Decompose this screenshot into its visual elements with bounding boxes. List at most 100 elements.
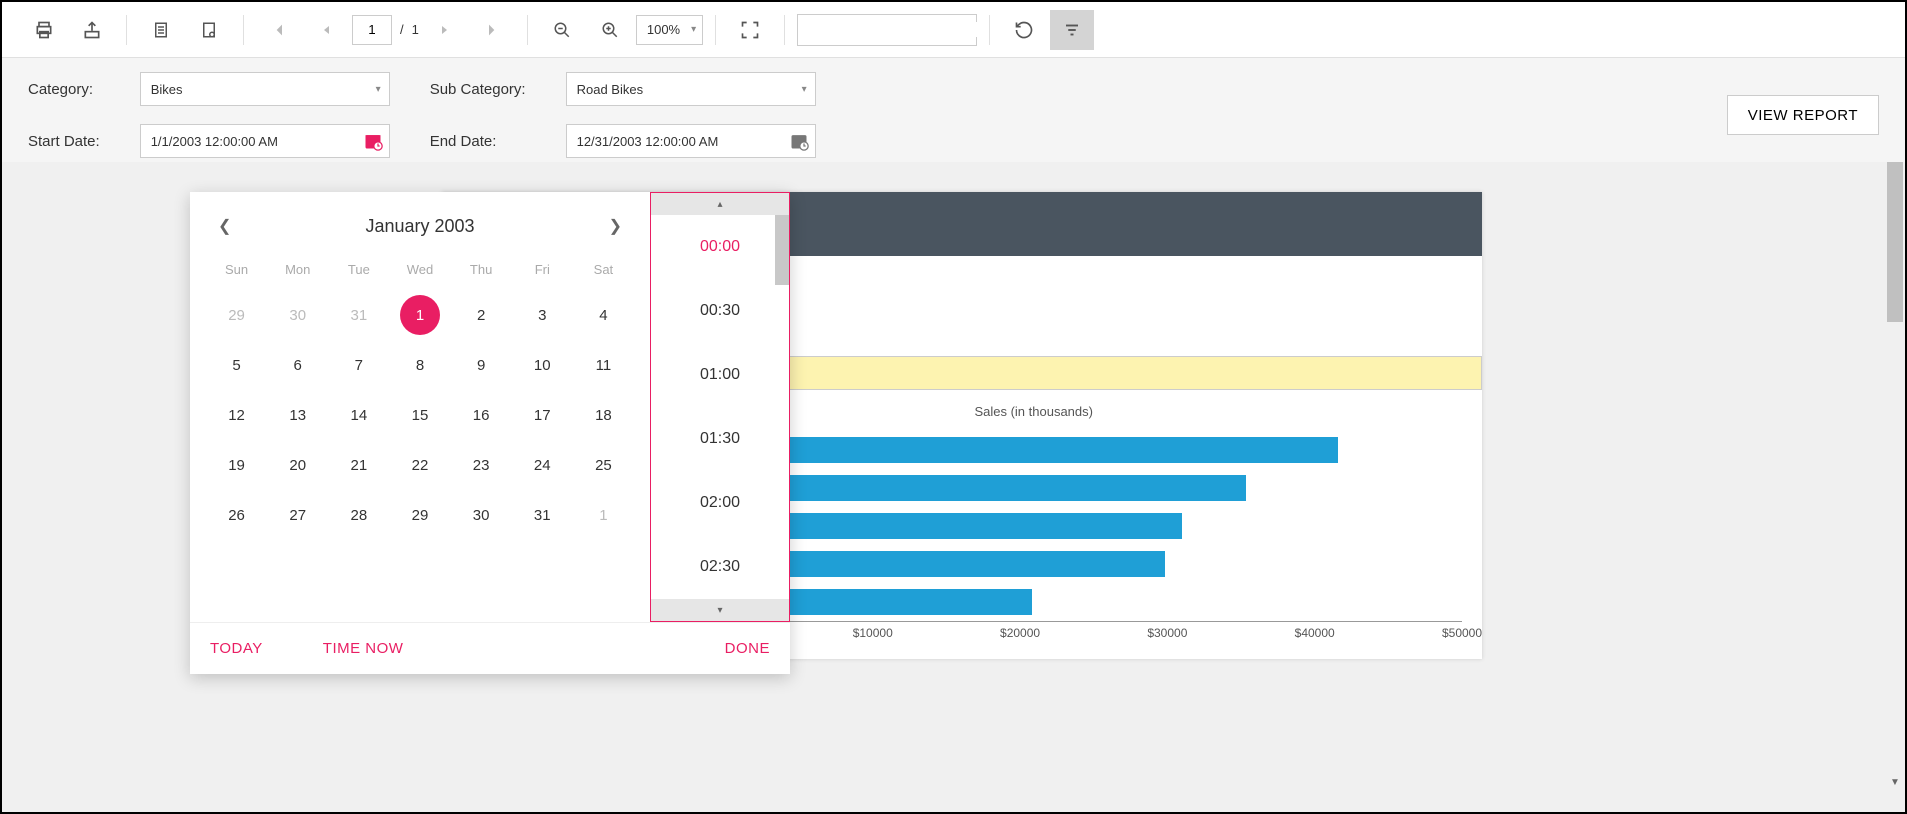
chart-tick: $30000 — [1147, 626, 1187, 640]
calendar-icon[interactable] — [789, 131, 809, 151]
cal-day[interactable]: 19 — [206, 443, 267, 487]
cal-day[interactable]: 26 — [206, 493, 267, 537]
cal-day[interactable]: 18 — [573, 393, 634, 437]
cal-day[interactable]: 16 — [451, 393, 512, 437]
chart-bar — [726, 475, 1245, 501]
prev-month-icon[interactable]: ❮ — [210, 212, 239, 240]
vertical-scrollbar[interactable]: ▼ — [1885, 162, 1905, 792]
time-now-button[interactable]: TIME NOW — [323, 640, 404, 657]
cal-day[interactable]: 7 — [328, 343, 389, 387]
zoom-in-icon[interactable] — [588, 10, 632, 50]
month-title[interactable]: January 2003 — [365, 216, 474, 237]
time-scroll-down-icon[interactable]: ▾ — [651, 599, 789, 621]
cal-day[interactable]: 10 — [512, 343, 573, 387]
startdate-label: Start Date: — [28, 133, 100, 150]
page-setup-icon[interactable] — [187, 10, 231, 50]
page-sep: / — [400, 22, 404, 37]
time-option[interactable]: 02:30 — [651, 535, 789, 599]
cal-day[interactable]: 20 — [267, 443, 328, 487]
enddate-field[interactable]: 12/31/2003 12:00:00 AM — [566, 124, 816, 158]
cal-day[interactable]: 29 — [389, 493, 450, 537]
cal-day[interactable]: 3 — [512, 293, 573, 337]
cal-day-prev[interactable]: 29 — [206, 293, 267, 337]
view-report-button[interactable]: VIEW REPORT — [1727, 95, 1879, 135]
today-button[interactable]: TODAY — [210, 640, 263, 657]
cal-day-prev[interactable]: 31 — [328, 293, 389, 337]
time-option[interactable]: 01:00 — [651, 343, 789, 407]
time-option[interactable]: 02:00 — [651, 471, 789, 535]
dow-header: Mon — [267, 256, 328, 287]
cal-day[interactable]: 23 — [451, 443, 512, 487]
first-page-icon[interactable] — [256, 10, 300, 50]
dow-header: Tue — [328, 256, 389, 287]
time-scroll-up-icon[interactable]: ▴ — [651, 193, 789, 215]
search-input[interactable] — [804, 22, 981, 37]
cal-day[interactable]: 8 — [389, 343, 450, 387]
cal-day[interactable]: 4 — [573, 293, 634, 337]
export-icon[interactable] — [70, 10, 114, 50]
datetime-picker: ❮ January 2003 ❯ SunMonTueWedThuFriSat29… — [190, 192, 790, 674]
zoom-select[interactable]: 100% — [636, 15, 703, 45]
dow-header: Sun — [206, 256, 267, 287]
cal-day[interactable]: 31 — [512, 493, 573, 537]
dow-header: Thu — [451, 256, 512, 287]
calendar-icon[interactable] — [363, 131, 383, 151]
dow-header: Sat — [573, 256, 634, 287]
next-month-icon[interactable]: ❯ — [601, 212, 630, 240]
done-button[interactable]: DONE — [725, 640, 770, 657]
startdate-field[interactable]: 1/1/2003 12:00:00 AM — [140, 124, 390, 158]
chart-bar — [726, 513, 1182, 539]
page-layout-icon[interactable] — [139, 10, 183, 50]
cal-day[interactable]: 9 — [451, 343, 512, 387]
refresh-icon[interactable] — [1002, 10, 1046, 50]
cal-day[interactable]: 25 — [573, 443, 634, 487]
time-option[interactable]: 01:30 — [651, 407, 789, 471]
parameter-panel: Category: Bikes Sub Category: Road Bikes… — [2, 58, 1905, 173]
fit-page-icon[interactable] — [728, 10, 772, 50]
cal-day[interactable]: 13 — [267, 393, 328, 437]
zoom-out-icon[interactable] — [540, 10, 584, 50]
chart-bar — [726, 437, 1338, 463]
cal-day[interactable]: 11 — [573, 343, 634, 387]
time-list: ▴ 00:0000:3001:0001:3002:0002:30 ▾ — [650, 192, 790, 622]
scroll-down-icon[interactable]: ▼ — [1885, 772, 1905, 792]
chart-bar — [726, 551, 1164, 577]
time-option[interactable]: 00:30 — [651, 279, 789, 343]
last-page-icon[interactable] — [471, 10, 515, 50]
cal-day[interactable]: 27 — [267, 493, 328, 537]
time-option[interactable]: 00:00 — [651, 215, 789, 279]
cal-day[interactable]: 1 — [400, 295, 440, 335]
page-current-input[interactable] — [352, 15, 392, 45]
cal-day[interactable]: 5 — [206, 343, 267, 387]
cal-day[interactable]: 30 — [451, 493, 512, 537]
filter-icon[interactable] — [1050, 10, 1094, 50]
page-total: 1 — [412, 22, 419, 37]
cal-day[interactable]: 2 — [451, 293, 512, 337]
next-page-icon[interactable] — [423, 10, 467, 50]
cal-day-next[interactable]: 1 — [573, 493, 634, 537]
cal-day[interactable]: 15 — [389, 393, 450, 437]
cal-day[interactable]: 14 — [328, 393, 389, 437]
search-box[interactable] — [797, 14, 977, 46]
cal-day[interactable]: 17 — [512, 393, 573, 437]
cal-day-prev[interactable]: 30 — [267, 293, 328, 337]
subcategory-label: Sub Category: — [430, 81, 526, 98]
enddate-label: End Date: — [430, 133, 526, 150]
cal-day[interactable]: 24 — [512, 443, 573, 487]
cal-day[interactable]: 22 — [389, 443, 450, 487]
subcategory-select[interactable]: Road Bikes — [566, 72, 816, 106]
category-label: Category: — [28, 81, 100, 98]
category-select[interactable]: Bikes — [140, 72, 390, 106]
chart-tick: $40000 — [1295, 626, 1335, 640]
dow-header: Wed — [389, 256, 450, 287]
cal-day[interactable]: 21 — [328, 443, 389, 487]
cal-day[interactable]: 6 — [267, 343, 328, 387]
prev-page-icon[interactable] — [304, 10, 348, 50]
cal-day[interactable]: 12 — [206, 393, 267, 437]
chart-tick: $20000 — [1000, 626, 1040, 640]
scrollbar-thumb[interactable] — [1887, 162, 1903, 322]
time-scrollbar-thumb[interactable] — [775, 215, 789, 285]
dow-header: Fri — [512, 256, 573, 287]
cal-day[interactable]: 28 — [328, 493, 389, 537]
print-icon[interactable] — [22, 10, 66, 50]
